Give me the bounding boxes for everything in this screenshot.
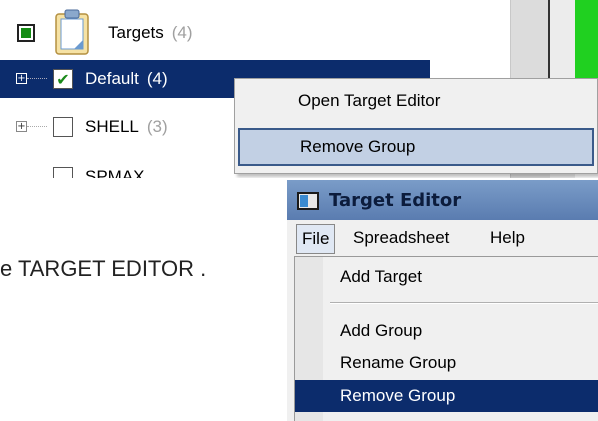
tree-item-shell[interactable]: + SHELL (3) — [0, 108, 240, 146]
tree-item-label: SPMAX — [85, 167, 145, 178]
tree-item-spmax-text: SPMAX — [85, 167, 145, 178]
file-menu-dropdown: Add Target Add Group Rename Group Remove… — [294, 256, 598, 421]
menu-item-open-target-editor[interactable]: Open Target Editor — [238, 82, 594, 120]
plus-expander-icon[interactable]: + — [16, 73, 27, 84]
target-tree-panel: Targets (4) + ✔ Default (4) + SHELL (3) SPM… — [0, 0, 598, 178]
menu-item-add-group[interactable]: Add Group — [295, 315, 598, 347]
checkbox-checked[interactable]: ✔ — [53, 69, 73, 89]
menu-bar: File Spreadsheet Help — [287, 220, 598, 256]
tree-connector — [27, 78, 47, 79]
checkbox-unchecked[interactable] — [53, 167, 73, 178]
menu-file[interactable]: File — [296, 224, 336, 254]
menu-help[interactable]: Help — [485, 224, 530, 252]
tree-item-default-count: (4) — [146, 69, 168, 88]
instruction-caption: e TARGET EDITOR . — [0, 256, 207, 281]
menu-item-rename-group[interactable]: Rename Group — [295, 347, 598, 379]
status-indicator-bar — [575, 0, 598, 80]
tree-root-label: Targets (4) — [108, 23, 193, 43]
tree-root-text: Targets — [108, 23, 164, 42]
checkbox-unchecked[interactable] — [53, 117, 73, 137]
tree-item-label: Default (4) — [85, 69, 168, 89]
tree-root-count: (4) — [171, 23, 193, 42]
window-title: Target Editor — [329, 189, 462, 211]
tree-item-default-text: Default — [85, 69, 139, 88]
column-separator-line — [548, 0, 550, 90]
tree-item-shell-count: (3) — [146, 117, 168, 136]
plus-expander-icon[interactable]: + — [16, 121, 27, 132]
window-title-bar[interactable]: Target Editor — [287, 180, 598, 220]
app-window-icon — [297, 192, 319, 210]
tree-item-shell-text: SHELL — [85, 117, 139, 136]
checkbox-partial-icon[interactable] — [17, 24, 35, 42]
menu-item-remove-group[interactable]: Remove Group — [238, 128, 594, 166]
clipboard-icon — [55, 9, 89, 55]
target-editor-window: Target Editor File Spreadsheet Help Add … — [287, 180, 598, 421]
menu-separator — [330, 302, 598, 304]
tree-root-targets[interactable]: Targets (4) — [0, 9, 510, 55]
menu-item-add-target[interactable]: Add Target — [295, 261, 598, 293]
tree-connector — [27, 126, 47, 127]
tree-item-spmax[interactable]: SPMAX — [0, 158, 240, 178]
menu-spreadsheet[interactable]: Spreadsheet — [348, 224, 454, 252]
context-menu: Open Target Editor Remove Group — [234, 78, 598, 174]
tree-item-label: SHELL (3) — [85, 117, 168, 137]
menu-item-remove-group[interactable]: Remove Group — [295, 380, 598, 412]
